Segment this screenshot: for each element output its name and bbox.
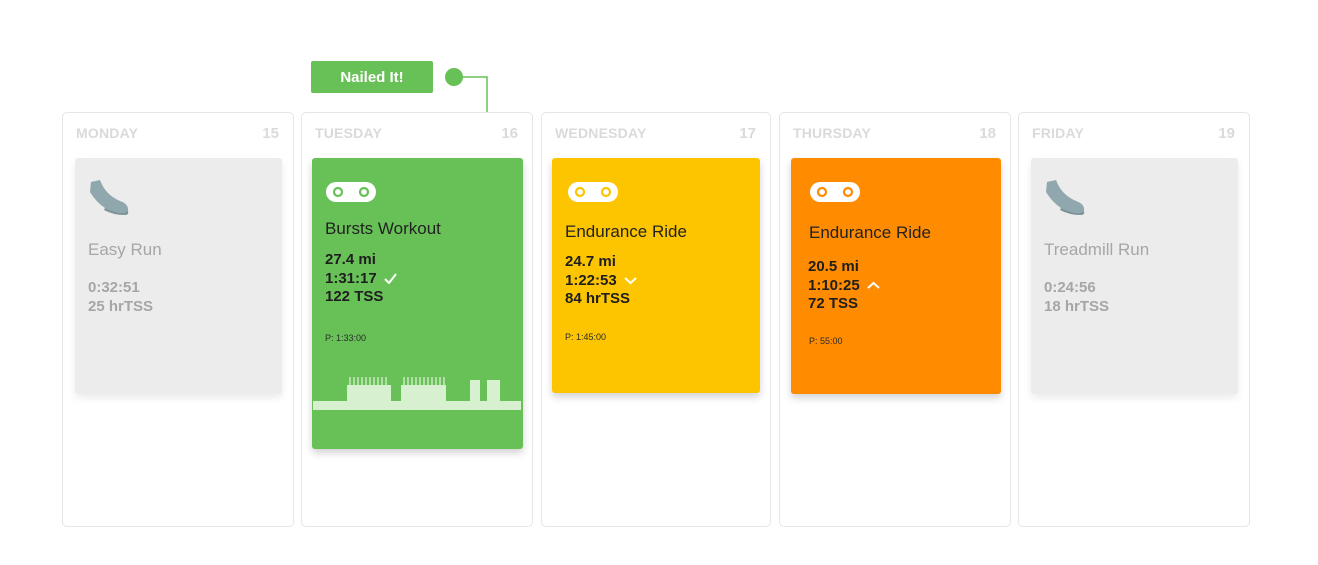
day-number: 19	[1218, 125, 1235, 142]
day-number: 15	[262, 125, 279, 142]
workout-duration: 0:32:51	[88, 279, 140, 296]
workout-title: Easy Run	[88, 240, 162, 259]
day-name: MONDAY	[76, 125, 139, 141]
day-name: FRIDAY	[1032, 125, 1085, 141]
bike-chain-icon	[810, 182, 860, 202]
workout-title: Bursts Workout	[325, 219, 441, 238]
shoe-icon	[90, 180, 129, 215]
workout-duration-row: 1:22:53	[565, 272, 637, 291]
day-name: WEDNESDAY	[555, 125, 647, 141]
day-number: 16	[501, 125, 518, 142]
shoe-icon	[1046, 180, 1085, 215]
chevron-up-icon	[867, 281, 880, 289]
workout-card-endurance-ride-wednesday[interactable]: Endurance Ride 24.7 mi 1:22:53 84 hrTSS …	[552, 158, 760, 393]
check-icon	[383, 273, 397, 285]
workout-load: 18 hrTSS	[1044, 297, 1110, 315]
bike-chain-icon	[326, 182, 376, 202]
workout-duration: 0:24:56	[1044, 279, 1096, 296]
workout-card-treadmill-run[interactable]: Treadmill Run 0:24:56 18 hrTSS	[1031, 158, 1238, 394]
workout-stats: 0:24:56 18 hrTSS	[1044, 279, 1109, 316]
workout-duration-row: 1:31:17	[325, 270, 397, 289]
day-name: THURSDAY	[793, 125, 872, 141]
workout-load: 84 hrTSS	[565, 290, 631, 307]
workout-duration: 1:22:53	[565, 271, 617, 289]
workout-title: Endurance Ride	[809, 223, 931, 242]
workout-load: 25 hrTSS	[88, 297, 154, 315]
bike-chain-icon	[568, 182, 618, 202]
workout-stats: 27.4 mi 1:31:17 122 TSS	[325, 251, 397, 307]
day-number: 17	[739, 125, 756, 142]
workout-load: 122 TSS	[325, 288, 384, 305]
workout-stats: 20.5 mi 1:10:25 72 TSS	[808, 258, 880, 314]
planned-duration: P: 1:45:00	[565, 332, 607, 342]
workout-card-bursts-workout[interactable]: Bursts Workout 27.4 mi 1:31:17 122 TSS P…	[312, 158, 523, 449]
planned-duration: P: 1:33:00	[325, 333, 367, 343]
workout-card-endurance-ride-thursday[interactable]: Endurance Ride 20.5 mi 1:10:25 72 TSS P:…	[791, 158, 1001, 394]
workout-distance: 27.4 mi	[325, 251, 376, 268]
workout-card-easy-run[interactable]: Easy Run 0:32:51 25 hrTSS	[75, 158, 282, 394]
workout-duration: 1:31:17	[325, 269, 377, 287]
workout-structure-graph	[313, 377, 521, 410]
day-name: TUESDAY	[315, 125, 383, 141]
workout-stats: 24.7 mi 1:22:53 84 hrTSS	[565, 253, 637, 309]
workout-title: Endurance Ride	[565, 222, 687, 241]
workout-distance: 24.7 mi	[565, 253, 616, 270]
workout-duration-row: 1:10:25	[808, 277, 880, 296]
workout-distance: 20.5 mi	[808, 258, 859, 275]
planned-duration: P: 55:00	[809, 336, 843, 346]
workout-load: 72 TSS	[808, 295, 859, 312]
chevron-down-icon	[624, 277, 637, 285]
day-number: 18	[979, 125, 996, 142]
workout-title: Treadmill Run	[1044, 240, 1150, 259]
workout-stats: 0:32:51 25 hrTSS	[88, 279, 153, 316]
workout-duration: 1:10:25	[808, 276, 860, 294]
